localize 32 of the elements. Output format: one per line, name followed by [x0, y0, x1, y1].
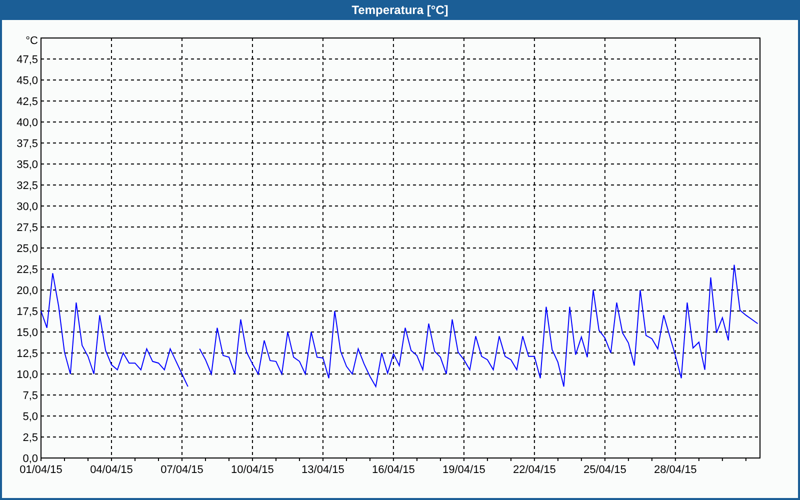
y-tick-label: 37,5 [16, 138, 38, 150]
y-tick-label: 2,5 [22, 432, 38, 444]
x-tick-label: 28/04/15 [654, 464, 697, 476]
x-tick-label: 07/04/15 [160, 464, 204, 476]
y-tick-label: 20,0 [16, 285, 38, 297]
y-tick-label: 45,0 [16, 75, 38, 87]
x-tick-label: 01/04/15 [20, 464, 62, 476]
y-tick-label: 17,5 [16, 306, 38, 318]
y-tick-label: 22,5 [16, 264, 38, 276]
x-tick-label: 10/04/15 [231, 464, 274, 476]
y-tick-label: 5,0 [22, 411, 38, 423]
y-tick-label: 7,5 [22, 390, 38, 402]
x-tick-label: 04/04/15 [90, 464, 133, 476]
y-tick-label: 0,0 [22, 453, 38, 465]
window-title: Temperatura [°C] [352, 3, 448, 17]
y-tick-label: 25,0 [16, 243, 38, 255]
x-tick-label: 19/04/15 [442, 464, 486, 476]
y-tick-label: 15,0 [16, 327, 38, 339]
y-axis-unit: °C [26, 35, 38, 47]
y-tick-label: 35,0 [16, 159, 38, 171]
y-tick-label: 30,0 [16, 201, 38, 213]
x-tick-label: 13/04/15 [302, 464, 344, 476]
y-tick-label: 12,5 [16, 348, 38, 360]
x-tick-label: 16/04/15 [372, 464, 415, 476]
y-tick-label: 27,5 [16, 222, 38, 234]
y-tick-label: 10,0 [16, 369, 38, 381]
y-tick-label: 32,5 [16, 180, 38, 192]
x-tick-label: 22/04/15 [513, 464, 556, 476]
x-tick-label: 25/04/15 [584, 464, 626, 476]
y-tick-label: 40,0 [16, 117, 38, 129]
y-tick-label: 42,5 [16, 96, 38, 108]
y-tick-label: 47,5 [16, 54, 38, 66]
